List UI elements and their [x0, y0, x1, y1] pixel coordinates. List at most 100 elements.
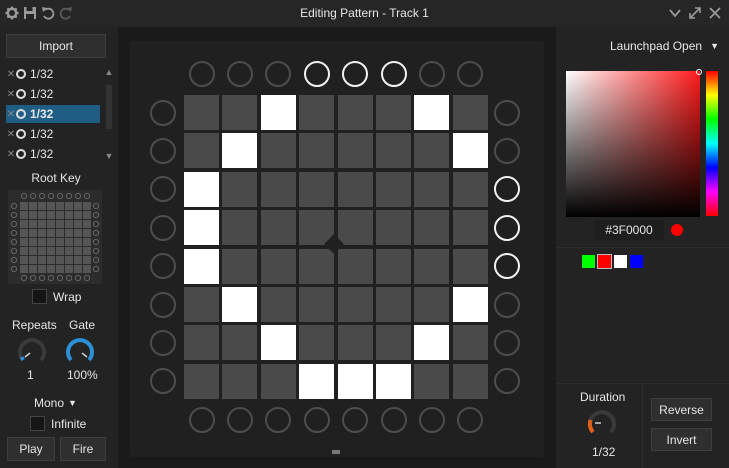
invert-button[interactable]: Invert [651, 428, 712, 451]
root-key-round[interactable] [92, 247, 100, 255]
root-key-pad[interactable] [74, 265, 82, 273]
duration-knob[interactable] [587, 408, 617, 438]
root-key-pad[interactable] [56, 220, 64, 228]
pad-button[interactable] [337, 325, 373, 361]
remove-frame-icon[interactable]: ✕ [6, 109, 16, 120]
hex-input[interactable]: #3F0000 [594, 220, 664, 240]
pad-button[interactable] [452, 248, 488, 284]
pad-button[interactable] [337, 287, 373, 322]
color-picker-cursor[interactable] [696, 69, 702, 75]
color-saturation-picker[interactable] [566, 71, 700, 217]
root-key-round[interactable] [92, 220, 100, 228]
root-key-pad[interactable] [47, 256, 55, 264]
pad-button[interactable] [184, 325, 219, 361]
root-key-round[interactable] [92, 265, 100, 273]
root-key-pad[interactable] [29, 247, 37, 255]
root-key-pad[interactable] [83, 229, 91, 237]
pad-button[interactable] [222, 363, 258, 399]
color-swatch[interactable] [614, 255, 627, 268]
root-key-round[interactable] [74, 192, 82, 200]
root-key-pad[interactable] [29, 256, 37, 264]
root-key-pad[interactable] [74, 229, 82, 237]
pad-button[interactable] [260, 325, 296, 361]
pad-button[interactable] [414, 287, 450, 322]
pad-button[interactable] [414, 133, 450, 169]
fire-button[interactable]: Fire [60, 437, 106, 461]
chevron-down-icon[interactable] [667, 4, 683, 22]
root-key-round[interactable] [20, 192, 28, 200]
root-key-pad[interactable] [74, 202, 82, 210]
infinite-toggle[interactable]: Infinite [30, 416, 86, 431]
root-key-pad[interactable] [65, 247, 73, 255]
root-key-pad[interactable] [47, 229, 55, 237]
root-key-pad[interactable] [74, 238, 82, 246]
root-key-pad[interactable] [20, 247, 28, 255]
frame-item-selected[interactable]: ✕ 1/32 [6, 105, 100, 123]
root-key-round[interactable] [29, 192, 37, 200]
root-key-pad[interactable] [83, 220, 91, 228]
pad-button[interactable] [260, 248, 296, 284]
pad-button[interactable] [299, 171, 335, 207]
root-key-round[interactable] [10, 220, 18, 228]
pad-button[interactable] [260, 133, 296, 169]
pad-button[interactable] [222, 287, 258, 322]
root-key-pad[interactable] [20, 220, 28, 228]
left-round-button[interactable] [150, 291, 176, 318]
pad-button[interactable] [337, 210, 373, 246]
root-key-round[interactable] [10, 211, 18, 219]
resize-handle[interactable] [332, 450, 340, 454]
pad-button[interactable] [337, 171, 373, 207]
pad-button[interactable] [337, 363, 373, 399]
pad-button[interactable] [260, 171, 296, 207]
pad-button[interactable] [260, 363, 296, 399]
right-round-button[interactable] [494, 329, 520, 356]
root-key-pad[interactable] [38, 211, 46, 219]
pad-button[interactable] [376, 171, 411, 207]
root-key-pad[interactable] [29, 265, 37, 273]
scroll-down-icon[interactable]: ▼ [104, 151, 112, 161]
pad-button[interactable] [222, 248, 258, 284]
left-round-button[interactable] [150, 253, 176, 280]
root-key-round[interactable] [10, 247, 18, 255]
root-key-pad[interactable] [65, 220, 73, 228]
root-key-pad[interactable] [47, 247, 55, 255]
top-round-button[interactable] [418, 61, 445, 87]
root-key-round[interactable] [65, 274, 73, 282]
root-key-round[interactable] [47, 274, 55, 282]
pad-button[interactable] [452, 325, 488, 361]
root-key-pad[interactable] [38, 256, 46, 264]
pad-button[interactable] [452, 133, 488, 169]
root-key-round[interactable] [10, 238, 18, 246]
pad-button[interactable] [299, 287, 335, 322]
remove-frame-icon[interactable]: ✕ [6, 129, 16, 140]
root-key-round[interactable] [29, 274, 37, 282]
root-key-pad[interactable] [38, 247, 46, 255]
root-key-grid[interactable] [8, 190, 102, 284]
pad-button[interactable] [337, 95, 373, 130]
root-key-pad[interactable] [56, 229, 64, 237]
pad-button[interactable] [222, 171, 258, 207]
root-key-pad[interactable] [56, 256, 64, 264]
top-round-button[interactable] [226, 61, 253, 87]
bottom-round-button[interactable] [418, 407, 445, 433]
root-key-round[interactable] [92, 211, 100, 219]
remove-frame-icon[interactable]: ✕ [6, 149, 16, 160]
remove-frame-icon[interactable]: ✕ [6, 69, 16, 80]
root-key-round[interactable] [56, 274, 64, 282]
root-key-round[interactable] [74, 274, 82, 282]
mode-dropdown[interactable]: Mono ▼ [34, 396, 77, 410]
root-key-round[interactable] [10, 265, 18, 273]
bottom-round-button[interactable] [342, 407, 369, 433]
pad-button[interactable] [414, 248, 450, 284]
root-key-pad[interactable] [47, 220, 55, 228]
root-key-pad[interactable] [83, 202, 91, 210]
infinite-checkbox[interactable] [30, 416, 45, 431]
root-key-pad[interactable] [47, 265, 55, 273]
root-key-pad[interactable] [20, 202, 28, 210]
root-key-pad[interactable] [29, 202, 37, 210]
root-key-pad[interactable] [65, 265, 73, 273]
root-key-round[interactable] [92, 202, 100, 210]
pad-button[interactable] [414, 95, 450, 130]
gate-knob[interactable] [65, 336, 95, 366]
pad-button[interactable] [260, 210, 296, 246]
